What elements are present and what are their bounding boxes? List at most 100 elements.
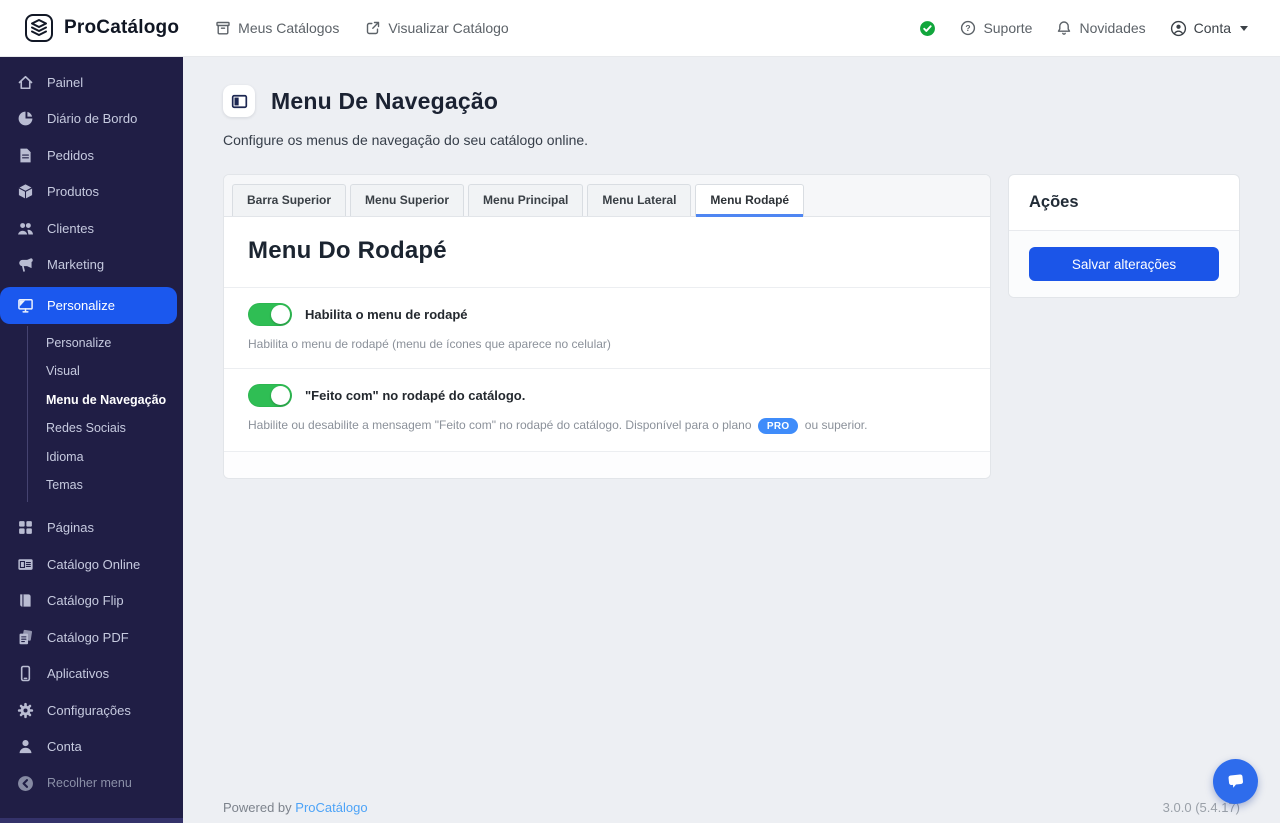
user-icon	[17, 738, 34, 755]
tab-menu-principal[interactable]: Menu Principal	[468, 184, 584, 216]
mobile-phone-icon	[17, 665, 34, 682]
sidebar-item-catalogo-pdf[interactable]: Catálogo PDF	[0, 619, 183, 656]
page-header: Menu De Navegação Configure os menus de …	[223, 85, 1240, 148]
files-icon	[17, 629, 34, 646]
actions-title: Ações	[1029, 193, 1079, 211]
tab-barra-superior[interactable]: Barra Superior	[232, 184, 347, 216]
nav-label: Visualizar Catálogo	[388, 20, 509, 36]
sidebar-item-pedidos[interactable]: Pedidos	[0, 137, 183, 174]
page-subtitle: Configure os menus de navegação do seu c…	[223, 132, 589, 148]
sidebar-item-clientes[interactable]: Clientes	[0, 210, 183, 247]
sidebar-item-personalize[interactable]: Personalize	[0, 287, 177, 324]
status-check-icon[interactable]	[919, 20, 936, 37]
nav-visualizar-catalogo[interactable]: Visualizar Catálogo	[365, 20, 509, 36]
archive-box-icon	[215, 20, 231, 36]
pie-chart-icon	[17, 110, 34, 127]
chat-bubble-icon	[1225, 771, 1247, 793]
section-header: Menu Do Rodapé	[224, 217, 990, 288]
setting-label: "Feito com" no rodapé do catálogo.	[305, 388, 526, 403]
nav-label: Meus Catálogos	[238, 20, 340, 36]
setting-help: Habilite ou desabilite a mensagem "Feito…	[248, 418, 966, 434]
nav-meus-catalogos[interactable]: Meus Catálogos	[215, 20, 339, 36]
setting-enable-footer-menu: Habilita o menu de rodapé Habilita o men…	[224, 288, 990, 369]
sidebar-item-label: Clientes	[47, 220, 94, 236]
sidebar-item-catalogo-online[interactable]: Catálogo Online	[0, 546, 183, 583]
tab-menu-superior[interactable]: Menu Superior	[350, 184, 465, 216]
chevron-down-icon	[1240, 25, 1248, 31]
actions-panel-header: Ações	[1009, 175, 1239, 231]
feito-com-toggle[interactable]	[248, 384, 292, 407]
nav-label: Conta	[1193, 20, 1231, 36]
brand[interactable]: ProCatálogo	[24, 13, 179, 43]
sidebar-item-label: Marketing	[47, 257, 105, 273]
procatalogo-footer-link[interactable]: ProCatálogo	[295, 800, 367, 815]
sidebar: Painel Diário de Bordo Pedidos Produtos	[0, 57, 183, 823]
nav-suporte[interactable]: ? Suporte	[960, 20, 1032, 36]
sidebar-item-label: Pedidos	[47, 147, 94, 163]
setting-feito-com: "Feito com" no rodapé do catálogo. Habil…	[224, 369, 990, 452]
megaphone-icon	[17, 256, 34, 273]
sidebar-item-configuracoes[interactable]: Configurações	[0, 692, 183, 729]
sidebar-item-label: Produtos	[47, 184, 100, 200]
card-layout-icon	[17, 556, 34, 573]
submenu-item-temas[interactable]: Temas	[46, 471, 183, 500]
help-prefix: Habilite ou desabilite a mensagem "Feito…	[248, 418, 752, 433]
submenu-item-redes-sociais[interactable]: Redes Sociais	[46, 414, 183, 443]
gear-icon	[17, 702, 34, 719]
sidebar-item-label: Configurações	[47, 702, 131, 718]
bell-icon	[1056, 20, 1072, 36]
actions-panel-body: Salvar alterações	[1009, 231, 1239, 297]
sidebar-collapse-button[interactable]: Recolher menu	[0, 765, 183, 802]
sidebar-item-label: Aplicativos	[47, 666, 110, 682]
setting-help: Habilita o menu de rodapé (menu de ícone…	[248, 337, 611, 351]
sidebar-item-catalogo-flip[interactable]: Catálogo Flip	[0, 583, 183, 620]
powered-by-text: Powered by	[223, 800, 292, 815]
document-icon	[17, 147, 34, 164]
powered-by: Powered by ProCatálogo	[223, 800, 368, 815]
external-link-icon	[365, 20, 381, 36]
save-changes-button[interactable]: Salvar alterações	[1029, 247, 1219, 281]
collapse-arrow-icon	[17, 775, 34, 792]
sidebar-bottom-strip	[0, 818, 183, 823]
submenu-item-personalize[interactable]: Personalize	[46, 329, 183, 358]
brand-name: ProCatálogo	[64, 17, 180, 38]
nav-label: Novidades	[1079, 20, 1146, 36]
sidebar-item-label: Diário de Bordo	[47, 111, 138, 127]
sidebar-item-marketing[interactable]: Marketing	[0, 247, 183, 284]
nav-novidades[interactable]: Novidades	[1056, 20, 1146, 36]
submenu-item-visual[interactable]: Visual	[46, 357, 183, 386]
svg-text:?: ?	[966, 23, 971, 33]
header-nav: Meus Catálogos Visualizar Catálogo	[215, 20, 509, 36]
header-right: ? Suporte Novidades Conta	[919, 20, 1248, 37]
footer-menu-toggle[interactable]	[248, 303, 292, 326]
menu-tabs: Barra Superior Menu Superior Menu Princi…	[224, 175, 990, 217]
sidebar-item-diario-de-bordo[interactable]: Diário de Bordo	[0, 101, 183, 138]
sidebar-item-produtos[interactable]: Produtos	[0, 174, 183, 211]
users-icon	[17, 220, 34, 237]
sidebar-item-label: Conta	[47, 739, 82, 755]
sidebar-item-conta[interactable]: Conta	[0, 729, 183, 766]
page-title-icon-card	[223, 85, 255, 117]
tab-menu-rodape[interactable]: Menu Rodapé	[695, 184, 805, 217]
submenu-item-idioma[interactable]: Idioma	[46, 443, 183, 472]
sidebar-item-label: Páginas	[47, 520, 94, 536]
setting-label: Habilita o menu de rodapé	[305, 307, 468, 322]
user-circle-icon	[1170, 20, 1187, 37]
main-content: Menu De Navegação Configure os menus de …	[183, 57, 1280, 823]
main-footer: Powered by ProCatálogo 3.0.0 (5.4.17)	[223, 800, 1240, 815]
book-icon	[17, 592, 34, 609]
navigation-menu-card: Barra Superior Menu Superior Menu Princi…	[223, 174, 991, 479]
top-header: ProCatálogo Meus Catálogos Visualizar Ca…	[0, 0, 1280, 57]
sidebar-item-label: Catálogo PDF	[47, 629, 129, 645]
help-circle-icon: ?	[960, 20, 976, 36]
sidebar-item-painel[interactable]: Painel	[0, 64, 183, 101]
sidebar-item-label: Catálogo Flip	[47, 593, 124, 609]
home-icon	[17, 74, 34, 91]
tab-menu-lateral[interactable]: Menu Lateral	[587, 184, 692, 216]
chat-fab-button[interactable]	[1213, 759, 1258, 804]
sidebar-item-paginas[interactable]: Páginas	[0, 510, 183, 547]
nav-conta[interactable]: Conta	[1170, 20, 1248, 37]
submenu-item-menu-de-navegacao[interactable]: Menu de Navegação	[46, 386, 183, 415]
sidebar-item-label: Catálogo Online	[47, 556, 141, 572]
sidebar-item-aplicativos[interactable]: Aplicativos	[0, 656, 183, 693]
